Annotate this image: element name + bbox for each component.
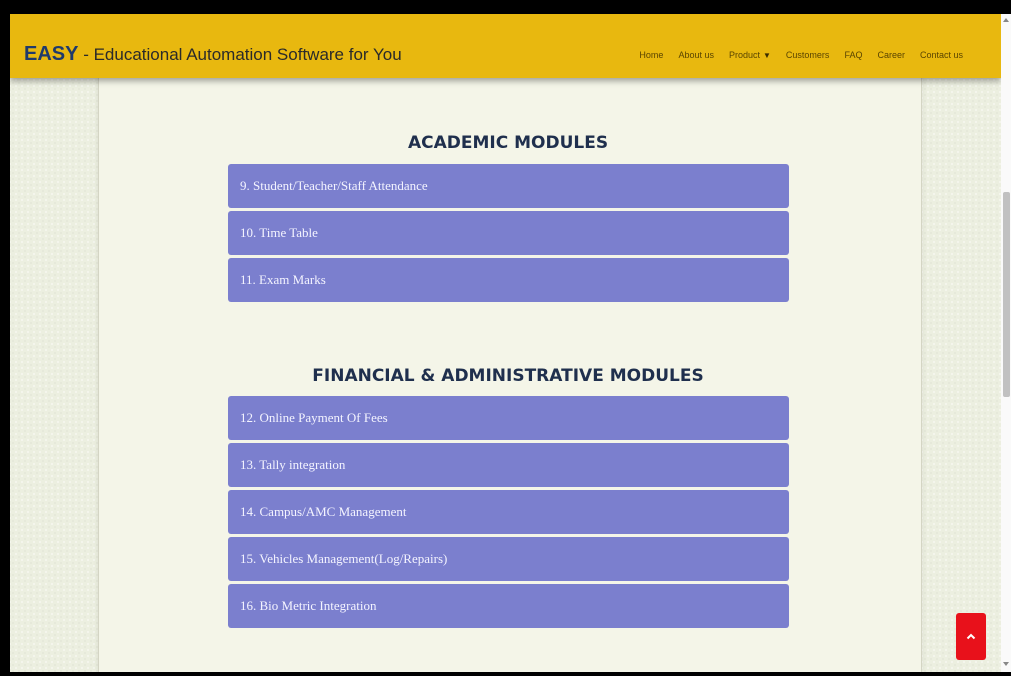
top-navbar: EASY - Educational Automation Software f… [10,14,1001,78]
screen-border-top [0,0,1011,14]
page-viewport: EASY - Educational Automation Software f… [10,14,1001,672]
module-item-exam-marks[interactable]: 11. Exam Marks [228,258,789,302]
screen-border-left [0,0,10,676]
brand-name: EASY [24,43,79,65]
nav-faq-link[interactable]: FAQ [844,50,862,60]
module-item-tally[interactable]: 13. Tally integration [228,443,789,487]
financial-section-title: FINANCIAL & ADMINISTRATIVE MODULES [312,366,704,386]
nav-product-label: Product [728,50,760,60]
brand-tagline: - Educational Automation Software for Yo… [78,45,402,64]
nav-menu: Home About us Product ▼ Customers FAQ Car… [639,50,963,60]
module-item-time-table[interactable]: 10. Time Table [228,211,789,255]
chevron-down-icon: ▼ [763,51,771,60]
screen-border-bottom [0,672,1011,676]
nav-product-dropdown[interactable]: Product ▼ [729,50,771,60]
nav-home-link[interactable]: Home [639,50,663,60]
nav-about-link[interactable]: About us [678,50,714,60]
module-item-campus-amc[interactable]: 14. Campus/AMC Management [228,490,789,534]
scroll-up-arrow-icon[interactable] [1003,18,1009,22]
module-item-biometric[interactable]: 16. Bio Metric Integration [228,584,789,628]
nav-career-link[interactable]: Career [877,50,905,60]
scrollbar-thumb[interactable] [1003,192,1010,397]
chevron-up-icon [966,633,976,640]
academic-section-title: ACADEMIC MODULES [407,133,609,153]
nav-contact-link[interactable]: Contact us [920,50,963,60]
site-brand[interactable]: EASY - Educational Automation Software f… [24,43,402,66]
back-to-top-button[interactable] [956,613,986,660]
module-item-vehicles[interactable]: 15. Vehicles Management(Log/Repairs) [228,537,789,581]
module-item-online-payment[interactable]: 12. Online Payment Of Fees [228,396,789,440]
scroll-down-arrow-icon[interactable] [1003,662,1009,666]
nav-customers-link[interactable]: Customers [786,50,830,60]
financial-module-list: 12. Online Payment Of Fees 13. Tally int… [228,396,789,631]
module-item-attendance[interactable]: 9. Student/Teacher/Staff Attendance [228,164,789,208]
academic-module-list: 9. Student/Teacher/Staff Attendance 10. … [228,164,789,305]
